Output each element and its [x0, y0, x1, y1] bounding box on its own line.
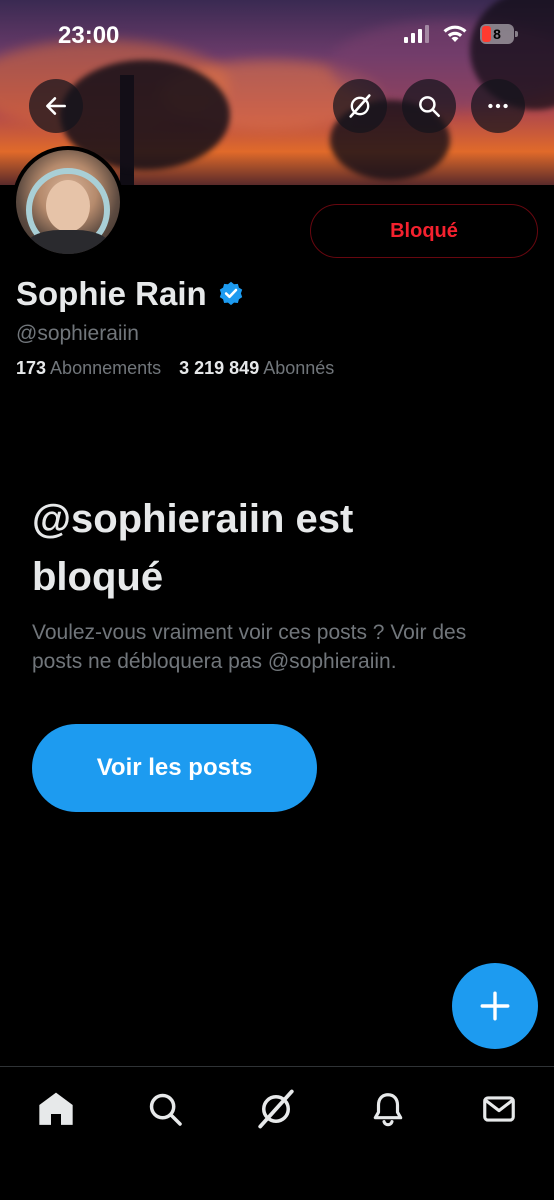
compose-button[interactable] — [452, 963, 538, 1049]
search-icon — [149, 1093, 182, 1126]
grok-icon — [258, 1089, 294, 1129]
status-bar: 23:00 8 — [0, 0, 554, 70]
blocked-button[interactable]: Bloqué — [310, 204, 538, 258]
grok-button[interactable] — [333, 79, 387, 133]
verified-badge-icon[interactable] — [217, 280, 245, 308]
tab-messages[interactable] — [477, 1087, 521, 1131]
following-link[interactable]: 173 Abonnements — [16, 358, 161, 379]
tab-grok[interactable] — [254, 1087, 298, 1131]
profile-handle: @sophieraiin — [16, 322, 139, 345]
profile-name-row: Sophie Rain — [16, 275, 245, 313]
blocked-description: Voulez-vous vraiment voir ces posts ? Vo… — [32, 621, 467, 673]
blocked-title: @sophieraiin est bloqué — [32, 497, 354, 599]
status-time: 23:00 — [58, 22, 120, 49]
avatar-shirt — [26, 230, 110, 254]
following-count: 173 — [16, 358, 47, 378]
battery-level: 8 — [493, 26, 501, 42]
battery-icon: 8 — [480, 24, 518, 44]
tab-notifications[interactable] — [366, 1087, 410, 1131]
battery-fill — [482, 26, 491, 42]
wifi-icon — [443, 25, 467, 42]
home-icon — [39, 1092, 73, 1125]
tab-home[interactable] — [34, 1087, 78, 1131]
search-button[interactable] — [402, 79, 456, 133]
followers-count: 3 219 849 — [179, 358, 260, 378]
followers-link[interactable]: 3 219 849 Abonnés — [179, 358, 334, 379]
signal-icon — [404, 25, 429, 43]
following-label: Abonnements — [50, 358, 162, 378]
grok-icon — [349, 94, 371, 118]
plus-icon — [480, 991, 510, 1021]
more-icon — [488, 103, 508, 109]
back-button[interactable] — [29, 79, 83, 133]
view-posts-button[interactable]: Voir les posts — [32, 724, 317, 812]
bottom-tab-bar — [0, 1066, 554, 1200]
avatar[interactable] — [12, 146, 124, 258]
status-icons: 8 — [404, 24, 518, 44]
more-button[interactable] — [471, 79, 525, 133]
mail-icon — [483, 1096, 515, 1122]
profile-name: Sophie Rain — [16, 275, 207, 312]
follow-stats: 173 Abonnements 3 219 849 Abonnés — [16, 358, 334, 379]
avatar-face — [46, 180, 90, 232]
arrow-left-icon — [46, 97, 66, 115]
followers-label: Abonnés — [263, 358, 335, 378]
search-icon — [419, 96, 440, 117]
tab-search[interactable] — [143, 1087, 187, 1131]
bell-icon — [373, 1093, 403, 1127]
